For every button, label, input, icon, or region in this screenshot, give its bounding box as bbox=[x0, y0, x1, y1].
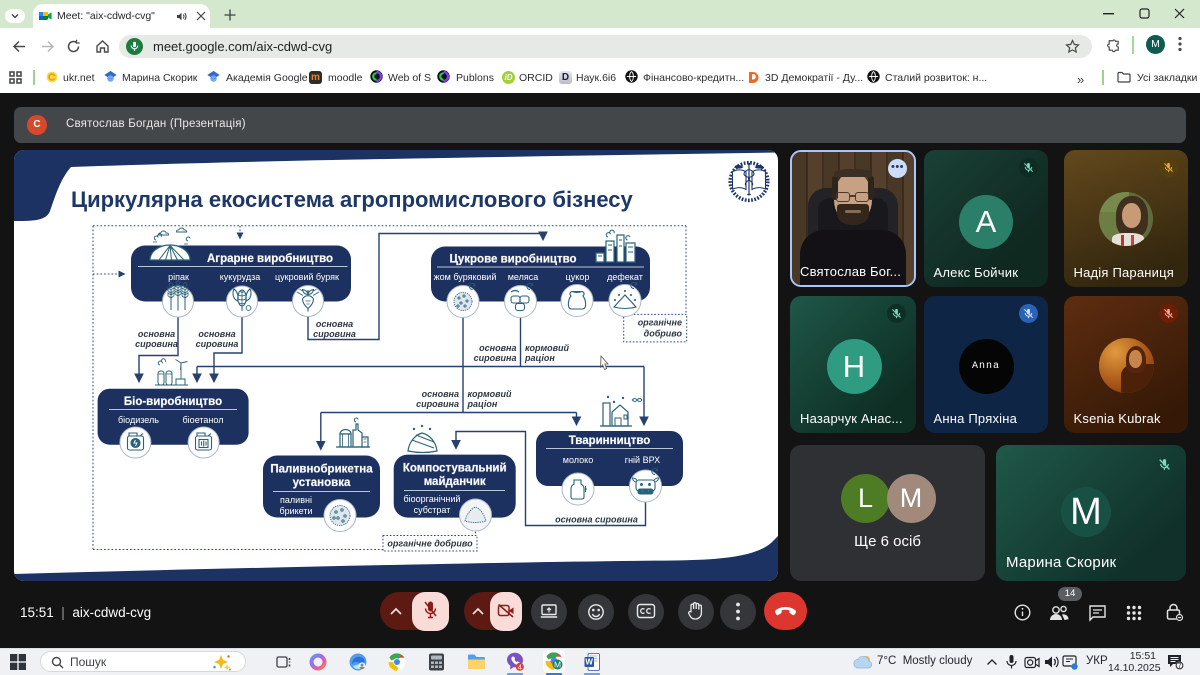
svg-text:цукровий буряк: цукровий буряк bbox=[275, 272, 339, 282]
svg-text:сировина: сировина bbox=[135, 339, 178, 349]
svg-text:установка: установка bbox=[293, 477, 351, 489]
svg-text:M: M bbox=[554, 660, 561, 670]
svg-text:сировина: сировина bbox=[474, 353, 517, 363]
svg-text:4: 4 bbox=[518, 663, 522, 671]
svg-text:основна: основна bbox=[479, 343, 516, 353]
svg-text:основна: основна bbox=[138, 329, 175, 339]
svg-text:органічне добриво: органічне добриво bbox=[387, 539, 473, 549]
svg-text:біоорганічний: біоорганічний bbox=[404, 494, 461, 504]
svg-text:органічне: органічне bbox=[638, 318, 682, 328]
svg-text:Тваринництво: Тваринництво bbox=[569, 435, 651, 447]
svg-text:субстрат: субстрат bbox=[414, 505, 451, 515]
svg-text:кормовий: кормовий bbox=[525, 343, 570, 353]
svg-text:сировина: сировина bbox=[196, 339, 239, 349]
svg-text:біоетанол: біоетанол bbox=[183, 415, 224, 425]
svg-text:раціон: раціон bbox=[467, 399, 498, 409]
svg-text:меляса: меляса bbox=[508, 272, 539, 282]
svg-text:добриво: добриво bbox=[644, 329, 683, 339]
svg-text:основна: основна bbox=[198, 329, 235, 339]
svg-text:кормовий: кормовий bbox=[468, 389, 513, 399]
svg-text:Біо-виробництво: Біо-виробництво bbox=[124, 396, 222, 408]
svg-text:кукурудза: кукурудза bbox=[220, 272, 260, 282]
svg-text:Циркулярна екосистема агропром: Циркулярна екосистема агропромислового б… bbox=[71, 187, 634, 212]
svg-text:W: W bbox=[585, 658, 593, 667]
svg-text:брикети: брикети bbox=[279, 506, 312, 516]
svg-text:гній ВРХ: гній ВРХ bbox=[625, 455, 660, 465]
svg-text:Паливнобрикетна: Паливнобрикетна bbox=[270, 464, 373, 476]
svg-text:основна сировина: основна сировина bbox=[555, 515, 638, 525]
svg-text:Аграрне виробництво: Аграрне виробництво bbox=[207, 253, 333, 265]
svg-text:Компостувальний: Компостувальний bbox=[403, 463, 507, 475]
svg-text:дефекат: дефекат bbox=[607, 272, 643, 282]
svg-text:біодизель: біодизель bbox=[118, 415, 159, 425]
svg-text:цукор: цукор bbox=[566, 272, 590, 282]
svg-text:жом буряковий: жом буряковий bbox=[434, 272, 497, 282]
svg-text:основна: основна bbox=[422, 389, 459, 399]
svg-text:основна: основна bbox=[316, 319, 353, 329]
svg-text:раціон: раціон bbox=[524, 353, 555, 363]
svg-text:Цукрове виробництво: Цукрове виробництво bbox=[449, 254, 576, 266]
svg-text:сировина: сировина bbox=[313, 329, 356, 339]
svg-text:майданчик: майданчик bbox=[424, 476, 486, 488]
svg-text:паливні: паливні bbox=[280, 495, 312, 505]
svg-text:сировина: сировина bbox=[416, 399, 459, 409]
svg-text:молоко: молоко bbox=[563, 455, 593, 465]
svg-text:7: 7 bbox=[1178, 663, 1182, 670]
